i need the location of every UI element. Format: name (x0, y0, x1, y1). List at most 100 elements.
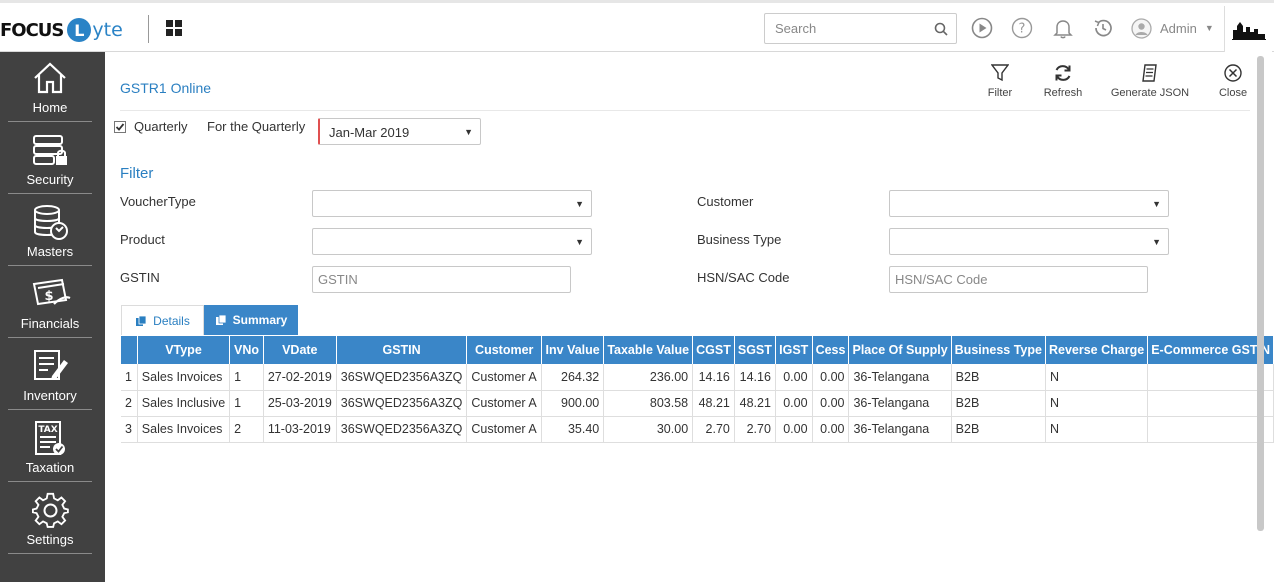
column-header-reverse-charge[interactable]: Reverse Charge (1045, 336, 1149, 364)
cell-igst: 0.00 (775, 364, 813, 391)
quarter-select[interactable]: Jan-Mar 2019 ▼ (318, 118, 481, 145)
refresh-button[interactable]: Refresh (1041, 64, 1085, 99)
cell-vno: 1 (229, 390, 264, 417)
product-label: Product (120, 232, 165, 247)
cell-place-of-supply: 36-Telangana (848, 416, 952, 443)
vertical-scrollbar[interactable] (1257, 56, 1264, 531)
cell-place-of-supply: 36-Telangana (848, 364, 952, 391)
quarterly-checkbox[interactable] (114, 121, 126, 133)
security-icon (33, 135, 67, 165)
column-header-gstin[interactable]: GSTIN (336, 336, 468, 364)
customer-select[interactable]: ▼ (889, 190, 1169, 217)
row-number: 2 (121, 390, 138, 417)
voucher-type-select[interactable]: ▼ (312, 190, 592, 217)
cell-sgst: 14.16 (734, 364, 776, 391)
filter-button[interactable]: Filter (985, 64, 1015, 99)
logo-l-circle: L (67, 18, 92, 42)
column-header-ecommerce-gstin[interactable]: E-Commerce GSTIN (1147, 336, 1274, 364)
refresh-button-label: Refresh (1043, 87, 1083, 99)
cell-reverse-charge: N (1045, 390, 1149, 417)
generate-json-button-label: Generate JSON (1110, 87, 1190, 99)
sidebar-item-inventory[interactable]: Inventory (8, 340, 92, 410)
home-icon (34, 62, 66, 94)
column-header-vtype[interactable]: VType (137, 336, 231, 364)
caret-down-icon: ▼ (1152, 199, 1161, 209)
sidebar-item-label: Home (32, 100, 68, 115)
search-input[interactable] (765, 14, 925, 42)
column-header-igst[interactable]: IGST (775, 336, 813, 364)
product-select[interactable]: ▼ (312, 228, 592, 255)
column-header-cess[interactable]: Cess (812, 336, 850, 364)
play-icon[interactable] (971, 17, 993, 39)
apps-grid-icon[interactable] (166, 20, 182, 36)
row-number: 1 (121, 364, 138, 391)
cell-vno: 1 (229, 364, 264, 391)
cell-cess: 0.00 (812, 364, 850, 391)
hsn-field[interactable] (889, 266, 1148, 293)
hsn-input[interactable] (890, 267, 1147, 292)
column-header-cgst[interactable]: CGST (692, 336, 735, 364)
tab-details[interactable]: Details (121, 305, 204, 335)
close-button[interactable]: Close (1215, 64, 1251, 99)
cell-vdate: 27-02-2019 (263, 364, 337, 391)
sidebar: Home Security Masters $ Financials Inven… (0, 52, 105, 582)
table-row[interactable]: 2 Sales Inclusive 1 25-03-2019 36SWQED23… (121, 390, 1274, 417)
column-header-business-type[interactable]: Business Type (951, 336, 1046, 364)
company-logo (1224, 6, 1272, 52)
sidebar-item-masters[interactable]: Masters (8, 196, 92, 266)
sidebar-item-financials[interactable]: $ Financials (8, 268, 92, 338)
generate-json-button[interactable]: Generate JSON (1110, 64, 1190, 99)
gstin-input[interactable] (313, 267, 570, 292)
cell-business-type: B2B (951, 364, 1046, 391)
cell-inv-value: 35.40 (541, 416, 605, 443)
table-row[interactable]: 1 Sales Invoices 1 27-02-2019 36SWQED235… (121, 364, 1274, 391)
cell-place-of-supply: 36-Telangana (848, 390, 952, 417)
svg-text:TAX: TAX (38, 425, 57, 435)
column-header-vno[interactable]: VNo (229, 336, 264, 364)
cell-igst: 0.00 (775, 416, 813, 443)
taxation-icon: TAX (35, 421, 65, 455)
sidebar-item-settings[interactable]: Settings (8, 484, 92, 554)
avatar-icon (1131, 17, 1152, 39)
top-bar: FOCUS L yte ? Admin ▼ (0, 0, 1274, 52)
user-menu[interactable]: Admin ▼ (1131, 16, 1214, 40)
cell-sgst: 48.21 (734, 390, 776, 417)
quarter-select-value: Jan-Mar 2019 (329, 125, 410, 140)
gstin-field[interactable] (312, 266, 571, 293)
column-header[interactable] (121, 336, 138, 364)
history-icon[interactable] (1092, 17, 1114, 39)
column-header-taxable-value[interactable]: Taxable Value (603, 336, 694, 364)
filter-icon (991, 64, 1009, 82)
business-type-select[interactable]: ▼ (889, 228, 1169, 255)
table-row[interactable]: 3 Sales Invoices 2 11-03-2019 36SWQED235… (121, 416, 1274, 443)
sidebar-item-taxation[interactable]: TAX Taxation (8, 412, 92, 482)
gstin-label: GSTIN (120, 270, 160, 285)
notification-bell-icon[interactable] (1052, 17, 1074, 39)
sidebar-item-label: Inventory (23, 388, 77, 403)
cell-ecommerce-gstin (1147, 390, 1274, 417)
cell-customer: Customer A (466, 364, 543, 391)
quarterly-label: Quarterly (134, 119, 188, 134)
cell-taxable-value: 236.00 (603, 364, 694, 391)
customer-label: Customer (697, 194, 754, 209)
column-header-customer[interactable]: Customer (466, 336, 543, 364)
sidebar-item-home[interactable]: Home (8, 52, 92, 122)
close-button-label: Close (1218, 87, 1248, 99)
column-header-vdate[interactable]: VDate (263, 336, 337, 364)
column-header-inv-value[interactable]: Inv Value (541, 336, 605, 364)
search-box[interactable] (764, 13, 957, 44)
app-logo[interactable]: FOCUS L yte (0, 17, 123, 43)
caret-down-icon: ▼ (464, 127, 473, 137)
sidebar-item-security[interactable]: Security (8, 124, 92, 194)
sidebar-item-label: Financials (20, 316, 80, 331)
tab-summary[interactable]: Summary (204, 305, 298, 335)
cell-vdate: 11-03-2019 (263, 416, 337, 443)
column-header-place-of-supply[interactable]: Place Of Supply (848, 336, 952, 364)
search-icon[interactable] (934, 22, 948, 36)
help-icon[interactable]: ? (1011, 17, 1033, 39)
hsn-label: HSN/SAC Code (697, 270, 790, 285)
cell-vtype: Sales Inclusive (137, 390, 231, 417)
column-header-sgst[interactable]: SGST (734, 336, 776, 364)
cell-reverse-charge: N (1045, 416, 1149, 443)
summary-icon (215, 314, 227, 325)
